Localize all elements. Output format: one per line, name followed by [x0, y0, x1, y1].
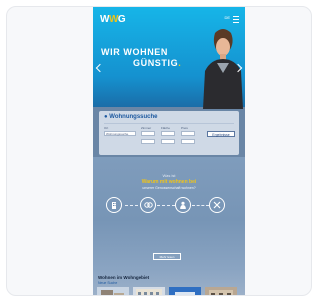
why-kicker: Was ist — [162, 173, 176, 178]
rooms-max-field[interactable] — [141, 139, 155, 144]
price-min-field[interactable] — [181, 131, 195, 136]
property-thumbnail[interactable] — [133, 287, 165, 296]
brand-logo[interactable]: WWG — [100, 14, 126, 25]
price-max-field[interactable] — [181, 139, 195, 144]
why-subtitle: unserer Genossenschaft wohnen? — [142, 186, 196, 190]
location-pin-icon: ● — [104, 114, 108, 120]
person-icon — [175, 197, 191, 213]
area-min-field[interactable] — [161, 131, 175, 136]
field-label-rooms: Zimmer — [141, 126, 152, 130]
why-title: Warum mit wohnen bei — [141, 179, 197, 185]
features-row — [93, 197, 245, 221]
search-title: ● Wohnungssuche — [104, 114, 158, 120]
search-results-button[interactable]: Ergebnisse — [207, 131, 235, 137]
carousel-prev-icon[interactable] — [95, 63, 105, 73]
hamburger-menu-icon[interactable] — [233, 16, 239, 23]
hero-headline-line2: GÜNSTIG. — [133, 58, 182, 68]
building-icon — [106, 197, 122, 213]
property-thumbnail[interactable] — [205, 287, 237, 296]
why-section: Was ist Warum mit wohnen bei unserer Gen… — [93, 157, 245, 296]
language-switch[interactable]: DE — [224, 15, 230, 20]
hero-headline-line1: WIR WOHNEN — [101, 47, 168, 57]
property-thumbnail[interactable] — [169, 287, 201, 296]
read-more-button[interactable]: Mehr lesen — [153, 253, 181, 260]
search-panel: ● Wohnungssuche Ort Wohnungssuche Zimmer… — [99, 111, 239, 155]
connector-line — [125, 205, 138, 206]
offers-title: Wohnen im Wohngebiet — [98, 275, 150, 280]
field-label-area: Fläche — [161, 126, 171, 130]
divider — [104, 123, 234, 124]
connector-line — [157, 205, 175, 206]
location-field[interactable]: Wohnungssuche — [104, 131, 136, 136]
hero-banner: WWG DE WIR WOHNEN GÜNSTIG. — [93, 7, 245, 109]
mobile-page-screenshot[interactable]: WWG DE WIR WOHNEN GÜNSTIG. ● Wohnungssuc… — [93, 7, 245, 296]
offers-link[interactable]: Neue Suche — [98, 281, 117, 285]
connector-line — [192, 205, 209, 206]
preview-card: WWG DE WIR WOHNEN GÜNSTIG. ● Wohnungssuc… — [6, 6, 312, 296]
link-icon — [140, 197, 156, 213]
property-thumbnail[interactable] — [97, 287, 129, 296]
field-label-price: Preis — [181, 126, 188, 130]
tools-icon — [209, 197, 225, 213]
field-label-location: Ort — [104, 126, 109, 130]
rooms-min-field[interactable] — [141, 131, 155, 136]
area-max-field[interactable] — [161, 139, 175, 144]
